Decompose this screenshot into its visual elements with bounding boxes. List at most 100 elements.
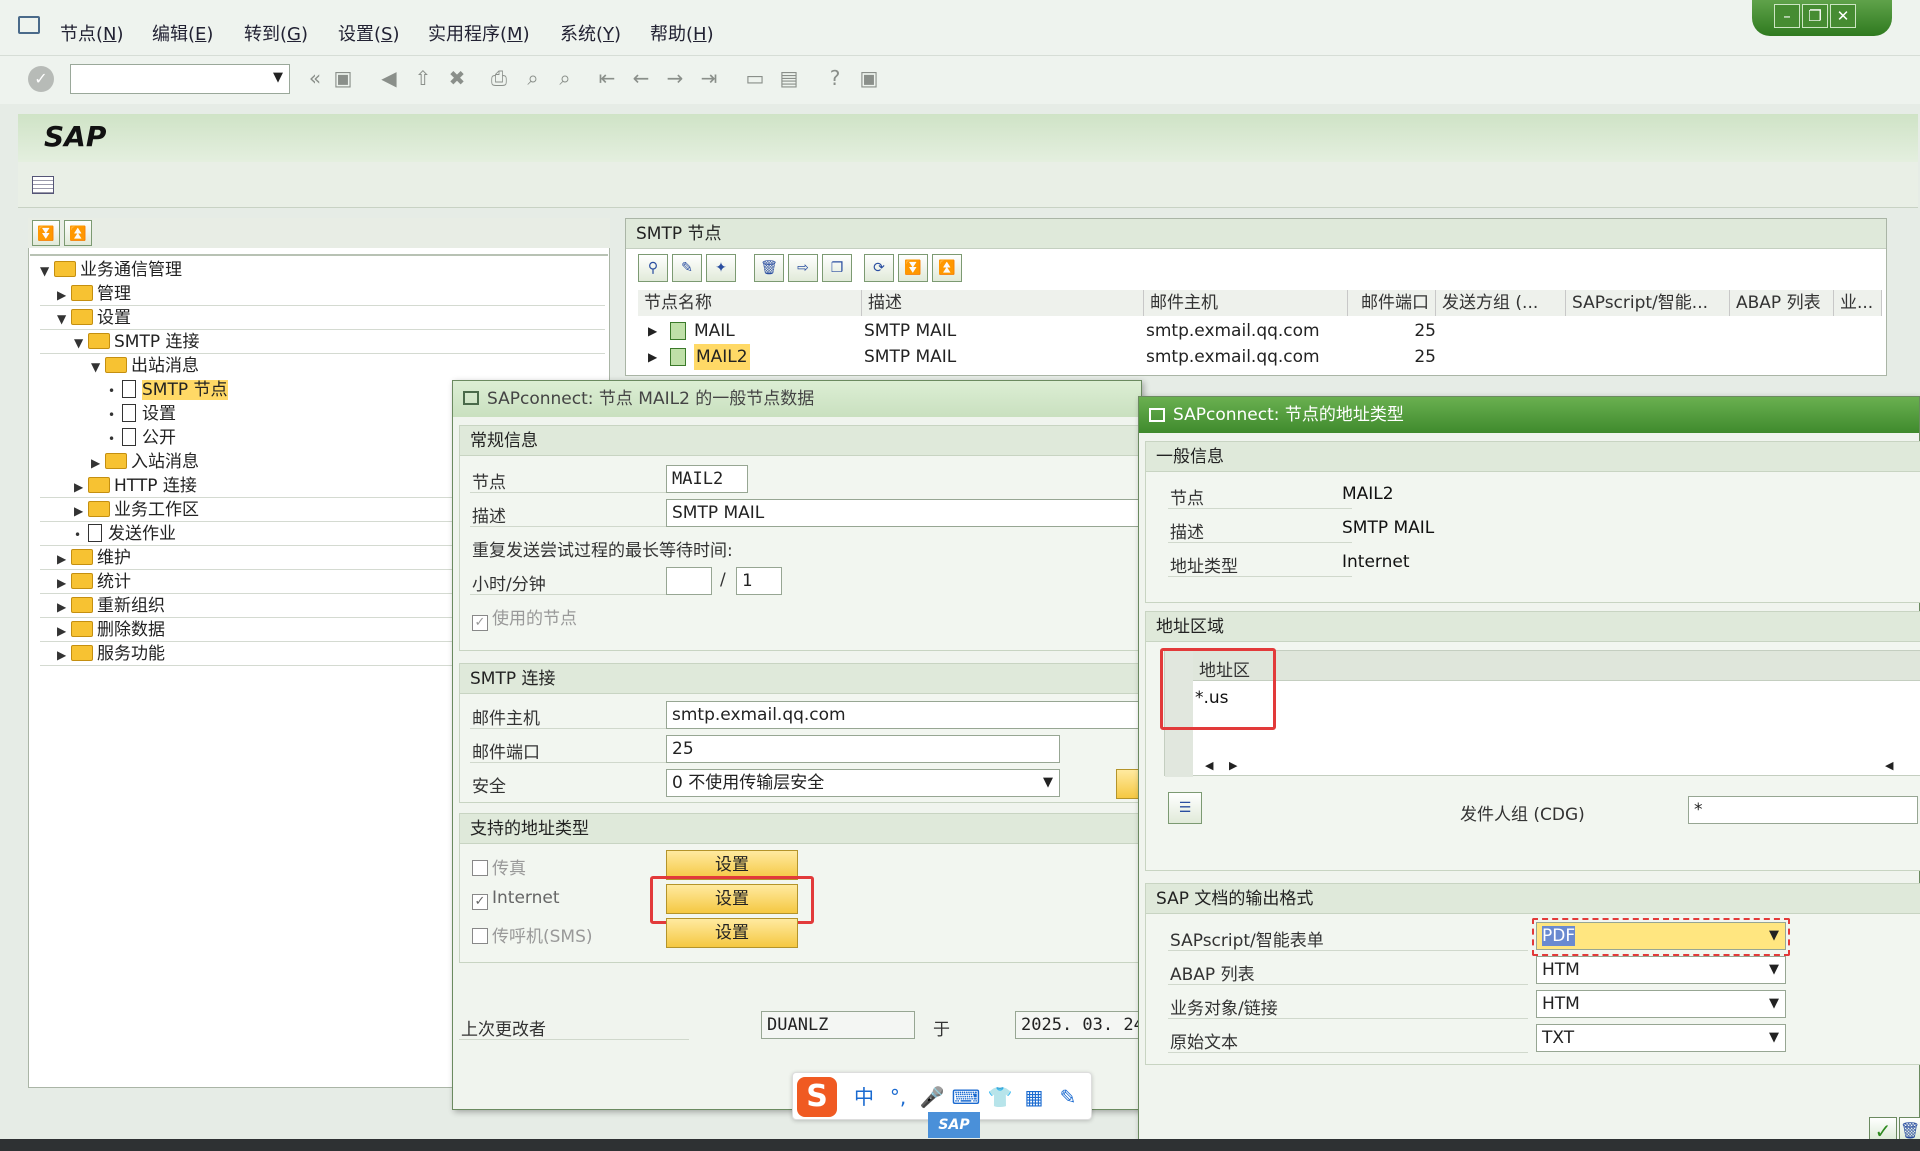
chevron-down-icon[interactable]: ▼	[1043, 770, 1053, 796]
menu-item-2[interactable]: 转到(G)	[244, 20, 308, 46]
scroll-left-icon[interactable]: ◀	[1205, 759, 1213, 772]
restore-icon[interactable]: ❐	[1802, 4, 1828, 28]
collapsed-arrow-icon[interactable]: ▶	[74, 475, 88, 499]
last-page-icon[interactable]: ⇥	[696, 64, 722, 92]
chinese-mode-icon[interactable]: 中	[849, 1083, 879, 1111]
leaf-bullet-icon[interactable]: •	[108, 403, 122, 427]
exit-icon[interactable]: ⇧	[410, 64, 436, 92]
collapsed-arrow-icon[interactable]: ▶	[91, 451, 105, 475]
layout-icon[interactable]	[32, 176, 54, 194]
menu-item-5[interactable]: 系统(Y)	[560, 20, 621, 46]
menu-item-0[interactable]: 节点(N)	[60, 20, 124, 46]
details-icon[interactable]: ⚲	[638, 254, 668, 282]
sms-check-icon[interactable]	[472, 928, 488, 944]
keyboard-icon[interactable]: ⌨	[951, 1083, 981, 1111]
mail-port-field[interactable]: 25	[666, 735, 1060, 763]
menu-item-3[interactable]: 设置(S)	[338, 20, 400, 46]
collapsed-arrow-icon[interactable]: ▶	[57, 619, 71, 643]
mail-host-field[interactable]: smtp.exmail.qq.com	[666, 701, 1140, 729]
security-select[interactable]: 0 不使用传输层安全 ▼	[666, 769, 1060, 797]
menu-item-6[interactable]: 帮助(H)	[650, 20, 714, 46]
sap-menu-icon[interactable]	[18, 16, 40, 34]
sms-settings-button[interactable]: 设置	[666, 918, 798, 948]
tree-node[interactable]: ▼ 出站消息	[40, 354, 605, 378]
edit-icon[interactable]: ✎	[672, 254, 702, 282]
save-icon[interactable]: ▣	[330, 64, 356, 92]
collapsed-arrow-icon[interactable]: ▶	[648, 318, 662, 344]
collapsed-arrow-icon[interactable]: ▶	[648, 344, 662, 370]
leaf-bullet-icon[interactable]: •	[108, 379, 122, 403]
expanded-arrow-icon[interactable]: ▼	[91, 355, 105, 379]
fax-check-icon[interactable]	[472, 860, 488, 876]
minutes-field[interactable]: 1	[736, 567, 782, 595]
chevron-down-icon[interactable]: ▼	[1769, 957, 1779, 983]
next-page-icon[interactable]: →	[662, 64, 688, 92]
leaf-bullet-icon[interactable]: •	[74, 523, 88, 547]
back-nav-icon[interactable]: ◀	[376, 64, 402, 92]
command-field[interactable]: ▼	[70, 64, 290, 94]
expand-all-icon[interactable]: ⏬	[898, 254, 928, 282]
handwriting-icon[interactable]: ✎	[1053, 1083, 1083, 1111]
find-next-icon[interactable]: ⌕	[552, 64, 578, 92]
column-header[interactable]: 发送方组 (...	[1436, 290, 1566, 316]
table-row[interactable]: ▶ MAIL SMTP MAIL smtp.exmail.qq.com 25	[638, 318, 1884, 344]
scroll-left-icon-right[interactable]: ◀	[1885, 759, 1893, 772]
first-page-icon[interactable]: ⇤	[594, 64, 620, 92]
tree-node[interactable]: ▼ 设置	[40, 306, 605, 330]
create-icon[interactable]: ✦	[706, 254, 736, 282]
delete-icon[interactable]: 🗑	[754, 254, 784, 282]
column-header[interactable]: 描述	[862, 290, 1144, 316]
expanded-arrow-icon[interactable]: ▼	[74, 331, 88, 355]
tree-node[interactable]: ▼ 业务通信管理	[40, 258, 605, 282]
collapsed-arrow-icon[interactable]: ▶	[57, 595, 71, 619]
toolbox-icon[interactable]: ▦	[1019, 1083, 1049, 1111]
menu-item-1[interactable]: 编辑(E)	[152, 20, 213, 46]
column-header[interactable]: SAPscript/智能...	[1566, 290, 1730, 316]
menu-item-4[interactable]: 实用程序(M)	[428, 20, 530, 46]
desc-field[interactable]: SMTP MAIL	[666, 499, 1140, 527]
back-icon[interactable]: «	[302, 64, 328, 92]
collapsed-arrow-icon[interactable]: ▶	[57, 547, 71, 571]
tree-node[interactable]: ▼ SMTP 连接	[40, 330, 605, 354]
find-icon[interactable]: ⌕	[520, 64, 546, 92]
close-icon[interactable]: ✕	[1830, 4, 1856, 28]
used-node-check-icon[interactable]: ✓	[472, 615, 488, 631]
collapsed-arrow-icon[interactable]: ▶	[57, 283, 71, 307]
output-format-select[interactable]: HTM ▼	[1536, 956, 1786, 984]
output-format-select[interactable]: HTM ▼	[1536, 990, 1786, 1018]
collapsed-arrow-icon[interactable]: ▶	[57, 643, 71, 667]
print-icon[interactable]: ⎙	[486, 64, 512, 92]
tree-node[interactable]: ▶ 管理	[40, 282, 605, 306]
help-icon[interactable]: ?	[822, 64, 848, 92]
column-header[interactable]: 邮件端口	[1348, 290, 1436, 316]
column-header[interactable]: 业...	[1834, 290, 1882, 316]
shortcut-icon[interactable]: ▤	[776, 64, 802, 92]
chevron-down-icon[interactable]: ▼	[1769, 991, 1779, 1017]
transport-icon[interactable]: ⇨	[788, 254, 818, 282]
node-field[interactable]: MAIL2	[666, 465, 748, 493]
column-header[interactable]: ABAP 列表	[1730, 290, 1834, 316]
ime-logo[interactable]: S	[797, 1077, 837, 1117]
expand-all-icon[interactable]: ⏬	[32, 220, 60, 246]
collapse-all-icon[interactable]: ⏫	[64, 220, 92, 246]
leaf-bullet-icon[interactable]: •	[108, 427, 122, 451]
enter-check-icon[interactable]: ✓	[28, 66, 54, 92]
expanded-arrow-icon[interactable]: ▼	[40, 259, 54, 283]
table-settings-icon[interactable]: ☰	[1168, 792, 1202, 824]
table-row[interactable]: ▶ MAIL2 SMTP MAIL smtp.exmail.qq.com 25	[638, 344, 1884, 370]
prev-page-icon[interactable]: ←	[628, 64, 654, 92]
cancel-icon[interactable]: ✖	[444, 64, 470, 92]
chevron-down-icon[interactable]: ▼	[273, 70, 283, 85]
new-session-icon[interactable]: ▭	[742, 64, 768, 92]
collapsed-arrow-icon[interactable]: ▶	[57, 571, 71, 595]
refresh-icon[interactable]: ⟳	[864, 254, 894, 282]
chevron-down-icon[interactable]: ▼	[1769, 1025, 1779, 1051]
hours-field[interactable]	[666, 567, 712, 595]
used-node-checkbox[interactable]: ✓ 使用的节点	[472, 604, 577, 631]
minimize-icon[interactable]: –	[1774, 4, 1800, 28]
sender-group-field[interactable]: *	[1688, 796, 1918, 824]
sms-checkbox[interactable]: 传呼机(SMS)	[472, 922, 593, 947]
internet-checkbox[interactable]: ✓ Internet	[472, 888, 560, 910]
output-format-select[interactable]: TXT ▼	[1536, 1024, 1786, 1052]
collapse-all-icon[interactable]: ⏫	[932, 254, 962, 282]
